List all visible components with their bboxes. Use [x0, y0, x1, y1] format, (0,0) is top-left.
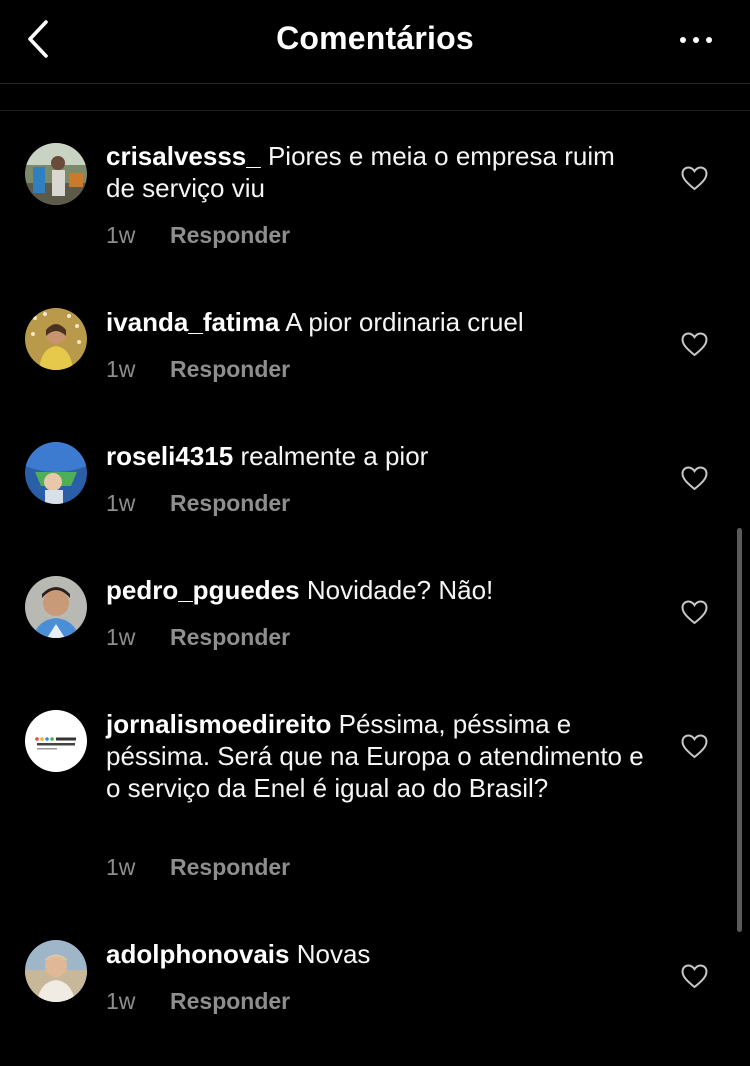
- comment-timestamp: 1w: [106, 490, 136, 516]
- reply-button[interactable]: Responder: [170, 624, 290, 650]
- comment-list: crisalvesss_ Piores e meia o empresa rui…: [0, 0, 750, 1066]
- reply-button[interactable]: Responder: [170, 988, 290, 1014]
- avatar[interactable]: [25, 308, 87, 370]
- comment-meta: 1w Responder: [106, 222, 290, 249]
- heart-outline-icon[interactable]: [681, 734, 708, 759]
- comment-text: jornalismoedireito Péssima, péssima e pé…: [106, 708, 646, 804]
- comment-meta: 1w Responder: [106, 490, 290, 517]
- comment-timestamp: 1w: [106, 222, 136, 248]
- reply-button[interactable]: Responder: [170, 490, 290, 516]
- comment-timestamp: 1w: [106, 624, 136, 650]
- avatar[interactable]: [25, 710, 87, 772]
- avatar[interactable]: [25, 143, 87, 205]
- reply-button[interactable]: Responder: [170, 356, 290, 382]
- comment-username[interactable]: adolphonovais: [106, 939, 289, 969]
- comment-username[interactable]: crisalvesss_: [106, 141, 261, 171]
- comment-body: Novas: [296, 939, 371, 969]
- heart-outline-icon[interactable]: [681, 166, 708, 191]
- reply-button[interactable]: Responder: [170, 222, 290, 248]
- comment-text: ivanda_fatima A pior ordinaria cruel: [106, 306, 646, 338]
- comment-body: realmente a pior: [240, 441, 429, 471]
- comment-meta: 1w Responder: [106, 988, 290, 1015]
- comment-timestamp: 1w: [106, 356, 136, 382]
- comment-username[interactable]: roseli4315: [106, 441, 233, 471]
- jornalismoedireito-logo: [25, 710, 87, 772]
- avatar[interactable]: [25, 442, 87, 504]
- heart-outline-icon[interactable]: [681, 466, 708, 491]
- comment-meta: 1w Responder: [106, 854, 290, 881]
- comment-meta: 1w Responder: [106, 356, 290, 383]
- comment-text: adolphonovais Novas: [106, 938, 646, 970]
- comment-username[interactable]: ivanda_fatima: [106, 307, 279, 337]
- comment-username[interactable]: pedro_pguedes: [106, 575, 300, 605]
- heart-outline-icon[interactable]: [681, 332, 708, 357]
- avatar[interactable]: [25, 940, 87, 1002]
- reply-button[interactable]: Responder: [170, 854, 290, 880]
- heart-outline-icon[interactable]: [681, 964, 708, 989]
- comment-meta: 1w Responder: [106, 624, 290, 651]
- scrollbar[interactable]: [737, 528, 742, 932]
- comment-body: A pior ordinaria cruel: [285, 307, 524, 337]
- avatar[interactable]: [25, 576, 87, 638]
- comment-timestamp: 1w: [106, 854, 136, 880]
- comment-username[interactable]: jornalismoedireito: [106, 709, 331, 739]
- comment-text: roseli4315 realmente a pior: [106, 440, 646, 472]
- heart-outline-icon[interactable]: [681, 600, 708, 625]
- comment-text: crisalvesss_ Piores e meia o empresa rui…: [106, 140, 646, 204]
- comment-body: Novidade? Não!: [306, 575, 494, 605]
- comment-text: pedro_pguedes Novidade? Não!: [106, 574, 646, 606]
- comment-timestamp: 1w: [106, 988, 136, 1014]
